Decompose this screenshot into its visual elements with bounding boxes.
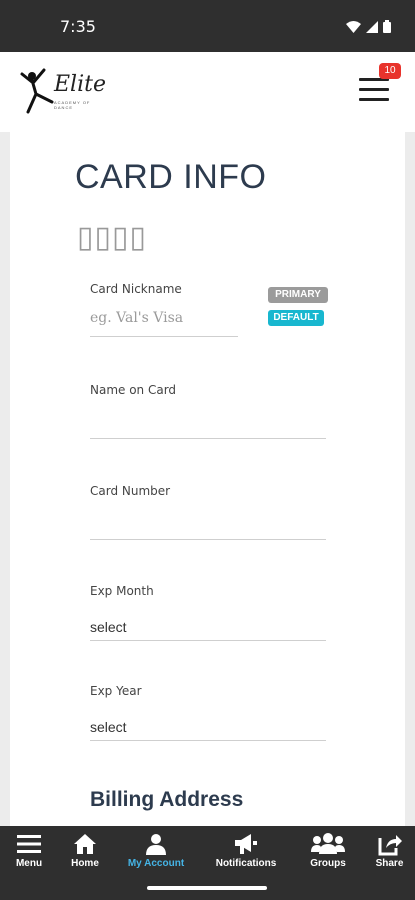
nav-groups[interactable]: Groups <box>292 826 364 876</box>
billing-address-heading: Billing Address <box>90 788 244 811</box>
name-on-card-field: Name on Card <box>90 383 326 441</box>
nav-share[interactable]: Share <box>364 826 415 876</box>
nav-home-label: Home <box>71 858 99 869</box>
hamburger-icon <box>17 835 41 853</box>
nav-home[interactable]: Home <box>58 826 112 876</box>
status-icons <box>346 20 391 33</box>
page-title: CARD INFO <box>75 158 267 196</box>
user-icon <box>146 834 166 855</box>
signal-icon <box>366 20 378 33</box>
logo-subtext: ACADEMY OF DANCE <box>54 100 91 110</box>
nav-my-account-label: My Account <box>127 858 185 869</box>
card-number-label: Card Number <box>90 484 171 498</box>
notification-count-badge: 10 <box>379 63 401 79</box>
name-on-card-label: Name on Card <box>90 383 177 397</box>
gesture-bar <box>0 876 415 900</box>
nav-menu-label: Menu <box>15 858 43 869</box>
exp-year-field: Exp Year select <box>90 684 326 742</box>
card-number-field: Card Number <box>90 484 326 542</box>
home-gesture-handle[interactable] <box>147 886 267 890</box>
exp-month-label: Exp Month <box>90 584 154 598</box>
elite-logo[interactable]: Elite ACADEMY OF DANCE <box>18 64 106 120</box>
primary-badge[interactable]: PRIMARY <box>268 287 328 303</box>
exp-month-select[interactable]: select <box>90 619 127 635</box>
card-nickname-label: Card Nickname <box>90 282 182 296</box>
card-brand-glyphs: ▯▯▯▯ <box>77 221 148 254</box>
battery-icon <box>383 20 391 33</box>
hamburger-menu-button[interactable] <box>359 78 389 102</box>
exp-year-label: Exp Year <box>90 684 142 698</box>
logo-text: Elite <box>54 72 106 97</box>
groups-icon <box>311 833 345 854</box>
status-time: 7:35 <box>60 17 96 36</box>
megaphone-icon <box>235 834 257 854</box>
card-nickname-input[interactable]: eg. Val's Visa <box>90 310 183 326</box>
bottom-nav: Menu Home My Account Notifications Group… <box>0 826 415 876</box>
exp-month-field: Exp Month select <box>90 584 326 642</box>
card-info-panel: CARD INFO ▯▯▯▯ Card Nickname eg. Val's V… <box>10 132 405 826</box>
home-icon <box>74 834 96 854</box>
nav-my-account[interactable]: My Account <box>112 826 200 876</box>
nav-groups-label: Groups <box>310 858 346 869</box>
nav-notifications[interactable]: Notifications <box>200 826 292 876</box>
name-on-card-input[interactable] <box>90 411 326 433</box>
exp-year-select[interactable]: select <box>90 719 127 735</box>
card-nickname-field: Card Nickname eg. Val's Visa <box>90 282 238 340</box>
card-number-input[interactable] <box>90 512 326 534</box>
wifi-icon <box>346 20 361 33</box>
nav-menu[interactable]: Menu <box>0 826 58 876</box>
app-header: Elite ACADEMY OF DANCE 10 <box>0 52 415 132</box>
status-bar: 7:35 <box>0 0 415 52</box>
nav-share-label: Share <box>375 858 404 869</box>
dancer-icon <box>20 68 54 114</box>
default-badge[interactable]: DEFAULT <box>268 310 324 326</box>
nav-notifications-label: Notifications <box>215 858 277 869</box>
share-icon <box>378 835 402 856</box>
